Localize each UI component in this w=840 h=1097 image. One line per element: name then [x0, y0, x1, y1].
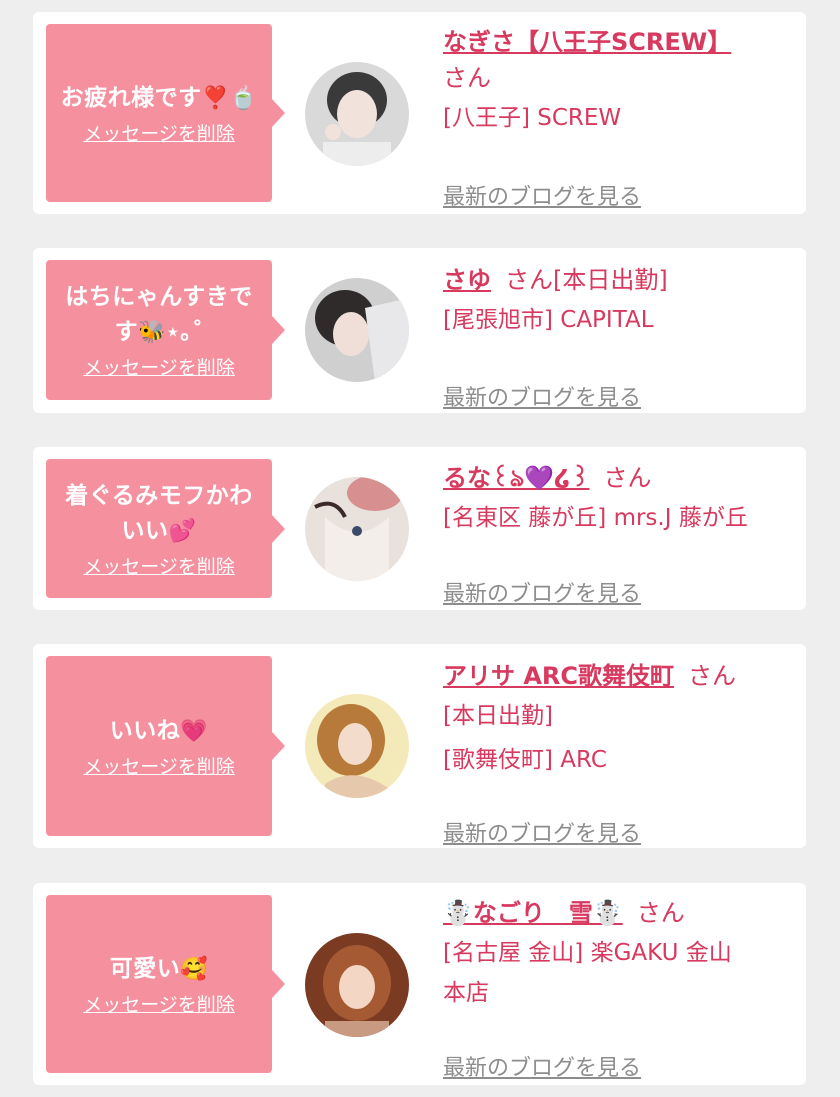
profile-info: さゆ さん[本日出勤] [尾張旭市] CAPITAL 最新のブログを見る: [443, 262, 795, 411]
shop-line-continued: 本店: [443, 980, 489, 1006]
honorific: さん: [688, 662, 737, 690]
avatar[interactable]: [305, 278, 409, 382]
name-line: さゆ さん[本日出勤]: [443, 262, 795, 298]
cast-name-link[interactable]: るな꒰ঌ💜໒꒱: [443, 464, 589, 492]
latest-blog-link[interactable]: 最新のブログを見る: [443, 816, 641, 848]
delete-message-link[interactable]: メッセージを削除: [83, 755, 235, 779]
delete-message-link[interactable]: メッセージを削除: [83, 993, 235, 1017]
honorific: さん: [443, 64, 491, 92]
message-bubble: はちにゃんすきです🐝⋆｡˚ メッセージを削除: [46, 260, 285, 400]
cast-name-link[interactable]: さゆ: [443, 266, 491, 294]
cast-name-link[interactable]: ☃️なごり 雪☃️: [443, 899, 623, 927]
profile-info: るな꒰ঌ💜໒꒱ さん [名東区 藤が丘] mrs.J 藤が丘 最新のブログを見る: [443, 460, 795, 607]
message-bubble: 着ぐるみモフかわいい💕 メッセージを削除: [46, 459, 285, 598]
honorific: さん[本日出勤]: [505, 266, 668, 294]
message-text: 着ぐるみモフかわいい💕: [65, 482, 253, 544]
cast-name-link[interactable]: アリサ ARC歌舞伎町: [443, 662, 674, 690]
avatar[interactable]: [305, 62, 409, 166]
shop-line: [歌舞伎町] ARC: [443, 747, 607, 773]
message-card: はちにゃんすきです🐝⋆｡˚ メッセージを削除 さゆ さん[本日出勤] [尾張旭市]…: [33, 248, 806, 413]
honorific: さん: [636, 899, 685, 927]
message-card: 着ぐるみモフかわいい💕 メッセージを削除 るな꒰ঌ💜໒꒱ さん [名東区 藤が丘]…: [33, 447, 806, 610]
message-card: いいね💗 メッセージを削除 アリサ ARC歌舞伎町 さん [本日出勤] [歌舞伎町…: [33, 644, 806, 848]
profile-info: ☃️なごり 雪☃️ さん [名古屋 金山] 楽GAKU 金山 本店 最新のブログを…: [443, 895, 795, 1081]
profile-info: アリサ ARC歌舞伎町 さん [本日出勤] [歌舞伎町] ARC 最新のブログを見…: [443, 658, 795, 847]
latest-blog-link[interactable]: 最新のブログを見る: [443, 576, 641, 608]
shop-line: [八王子] SCREW: [443, 105, 622, 131]
smiling-hearts-emoji-icon: 🥰: [180, 956, 209, 982]
shop-line: [名東区 藤が丘] mrs.J 藤が丘: [443, 505, 748, 531]
message-text: お疲れ様です❣️🍵: [60, 84, 258, 111]
message-bubble: 可愛い🥰 メッセージを削除: [46, 895, 285, 1073]
delete-message-link[interactable]: メッセージを削除: [83, 356, 235, 380]
avatar[interactable]: [305, 694, 409, 798]
status-line: [本日出勤]: [443, 703, 553, 729]
heart-emoji-icon: 💗: [180, 718, 209, 744]
message-card: 可愛い🥰 メッセージを削除 ☃️なごり 雪☃️ さん [名古屋 金山] 楽GAKU…: [33, 883, 806, 1085]
latest-blog-link[interactable]: 最新のブログを見る: [443, 1050, 641, 1082]
delete-message-link[interactable]: メッセージを削除: [83, 122, 235, 146]
message-text: 可愛い🥰: [109, 955, 209, 982]
avatar[interactable]: [305, 933, 409, 1037]
name-line: なぎさ【八王子SCREW】: [443, 24, 795, 60]
message-bubble: いいね💗 メッセージを削除: [46, 656, 285, 836]
latest-blog-link[interactable]: 最新のブログを見る: [443, 179, 641, 211]
bee-emoji-icon: 🐝⋆｡˚: [138, 320, 204, 345]
name-line: アリサ ARC歌舞伎町 さん: [443, 658, 795, 694]
name-line: るな꒰ঌ💜໒꒱ さん: [443, 460, 795, 496]
latest-blog-link[interactable]: 最新のブログを見る: [443, 380, 641, 412]
shop-line: [名古屋 金山] 楽GAKU 金山: [443, 940, 732, 966]
hearts-emoji-icon: 💕: [168, 518, 197, 544]
honorific: さん: [603, 464, 652, 492]
message-text: はちにゃんすきです🐝⋆｡˚: [65, 284, 253, 345]
avatar[interactable]: [305, 477, 409, 581]
name-line: ☃️なごり 雪☃️ さん: [443, 895, 795, 931]
message-card: お疲れ様です❣️🍵 メッセージを削除 なぎさ【八王子SCREW】 さん [八王子…: [33, 12, 806, 214]
message-bubble: お疲れ様です❣️🍵 メッセージを削除: [46, 24, 285, 202]
cast-name-link[interactable]: なぎさ【八王子SCREW】: [443, 28, 731, 56]
profile-info: なぎさ【八王子SCREW】 さん [八王子] SCREW 最新のブログを見る: [443, 24, 795, 210]
heart-tea-emoji-icon: ❣️🍵: [201, 85, 258, 111]
shop-line: [尾張旭市] CAPITAL: [443, 307, 654, 333]
delete-message-link[interactable]: メッセージを削除: [83, 555, 235, 579]
message-text: いいね💗: [109, 717, 209, 744]
